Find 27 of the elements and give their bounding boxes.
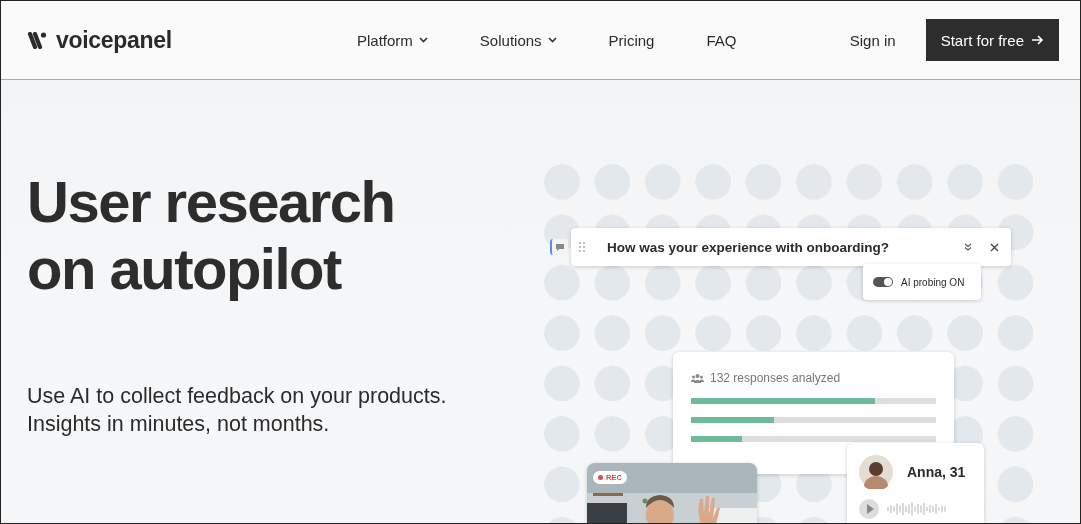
chevron-down-icon <box>547 37 557 43</box>
comment-icon <box>550 239 568 255</box>
nav-link[interactable]: Solutions <box>479 31 557 49</box>
hero-subtitle: Insights in minutes, not months. <box>27 411 331 438</box>
play-icon[interactable] <box>859 499 879 519</box>
nav-link[interactable]: Platform <box>357 31 428 49</box>
toggle-switch[interactable] <box>873 277 893 287</box>
waveform-icon <box>887 502 947 516</box>
avatar-icon <box>859 455 893 489</box>
start-button[interactable]: Start for free <box>925 19 1059 61</box>
people-icon <box>691 373 704 383</box>
sign-in-link[interactable]: Sign in <box>849 31 896 49</box>
nav-link[interactable]: Pricing <box>608 31 655 49</box>
participant-name: Anna, 31 <box>907 464 966 480</box>
arrow-right-icon <box>1032 35 1044 45</box>
logo-icon <box>27 31 47 49</box>
hero-headline: User research on autopilot <box>27 168 396 302</box>
hero-subtitle: Use AI to collect feedback on your products. <box>27 383 448 410</box>
brand-name: voicepanel <box>56 26 172 54</box>
question-text: How was your experience with onboarding? <box>607 239 891 255</box>
probe-label: AI probing ON <box>901 276 965 288</box>
close-icon[interactable] <box>990 242 999 252</box>
nav-link[interactable]: FAQ <box>706 31 737 49</box>
drag-handle-icon[interactable] <box>579 242 585 252</box>
responses-label: 132 responses analyzed <box>710 371 841 385</box>
chevron-down-icon <box>418 37 428 43</box>
double-chevron-icon[interactable] <box>964 243 972 251</box>
